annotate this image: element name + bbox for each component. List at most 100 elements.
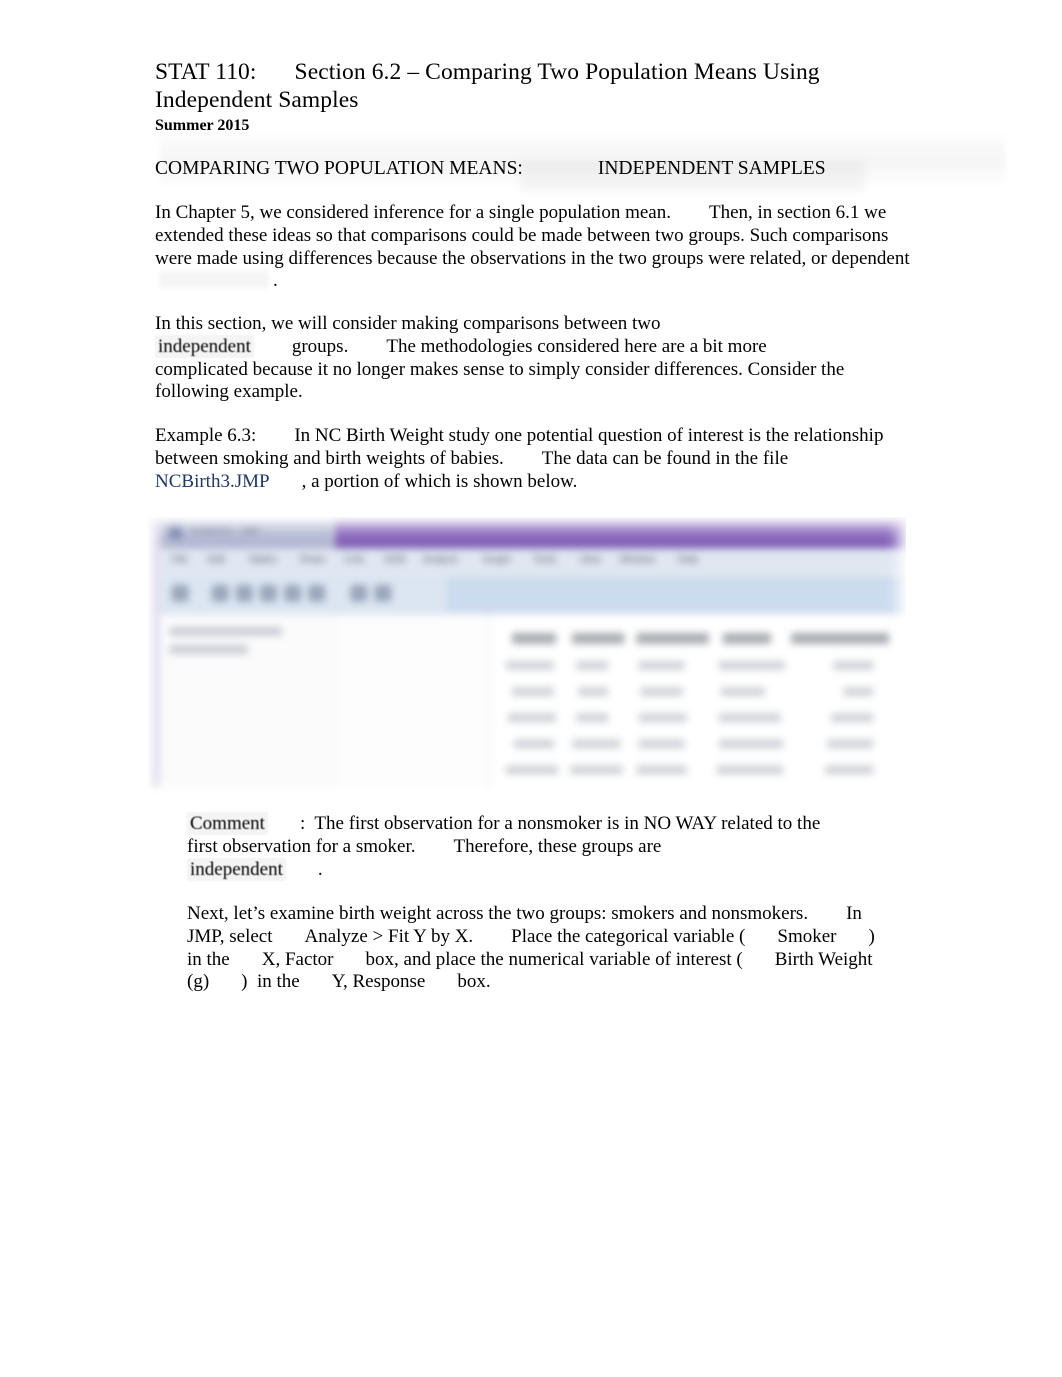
file-link-ncbirth3[interactable]: NCBirth3.JMP [155,471,270,492]
jmp-menu-tools[interactable]: Tools [533,555,556,566]
jmp-grid-cell[interactable] [511,687,555,697]
term-label: Summer 2015 [155,117,250,134]
jmp-grid-cell[interactable] [718,713,782,723]
comment-sentence-2: Therefore, these groups are [453,835,662,857]
jmp-grid-cell[interactable] [718,739,784,749]
jmp-columns-panel [338,614,490,790]
jmp-grid-cell[interactable] [718,661,786,671]
jmp-col-header[interactable] [636,632,709,644]
highlight-independent-1[interactable]: independent [155,334,254,358]
jmp-tool-new-icon[interactable] [171,584,189,602]
paragraph-next-steps: Next, let’s examine birth weight across … [187,903,887,994]
jmp-menu-view[interactable]: View [579,555,601,566]
comment-colon: : [299,813,306,834]
course-code: STAT 110: [155,59,257,85]
jmp-grid-cell[interactable] [716,765,784,775]
jmp-tool-open-icon[interactable] [211,584,229,602]
menu-path-analyze: Analyze > Fit Y by X. [304,925,474,947]
comment-period: . [317,858,323,880]
box-y-response: Y, Response [331,971,426,993]
jmp-grid-cell[interactable] [638,661,685,671]
jmp-grid-cell[interactable] [825,765,874,775]
box-x-factor: X, Factor [261,948,334,970]
jmp-panel-row[interactable] [169,644,248,654]
next-sentence-6: ) in the [241,971,300,993]
jmp-grid-cell[interactable] [578,687,609,697]
jmp-tool-redo-icon[interactable] [374,584,392,602]
jmp-grid-cell[interactable] [507,713,557,723]
jmp-grid-cell[interactable] [505,661,555,671]
p2-sentence-2: The methodologies considered here are a … [155,335,850,403]
fill-in-blank-dependent[interactable] [159,271,269,289]
p2-groups: groups. [291,335,349,357]
jmp-menu-graph[interactable]: Graph [483,555,511,566]
p2-sentence-1: In this section, we will consider making… [155,313,661,334]
jmp-tool-print-icon[interactable] [259,584,278,602]
jmp-grid-cell[interactable] [843,687,874,697]
jmp-grid-cell[interactable] [570,765,623,775]
jmp-tool-undo-icon[interactable] [350,584,368,602]
jmp-grid-cell[interactable] [833,661,874,671]
jmp-tool-cut-icon[interactable] [284,584,302,602]
jmp-grid-cell[interactable] [576,661,609,671]
section-heading: COMPARING TWO POPULATION MEANS: INDEPENDE… [155,157,826,181]
jmp-col-header[interactable] [791,632,890,644]
document-header: STAT 110: Section 6.2 – Comparing Two Pop… [155,58,895,136]
jmp-grid-cell[interactable] [576,713,609,723]
jmp-grid-cell[interactable] [636,765,687,775]
highlight-independent-2[interactable]: independent [187,857,286,881]
jmp-formula-bar[interactable] [447,578,904,611]
variable-smoker: Smoker [777,925,837,947]
comment-label: Comment [187,812,268,835]
jmp-grid-cell[interactable] [638,713,687,723]
jmp-col-header[interactable] [572,632,625,644]
section-heading-right: INDEPENDENT SAMPLES [597,158,826,179]
section-heading-left: COMPARING TWO POPULATION MEANS: [155,158,523,179]
jmp-window-title: NCBirth3 - JMP [190,525,261,537]
jmp-grid-cell[interactable] [720,687,765,697]
page-title: STAT 110: Section 6.2 – Comparing Two Pop… [155,58,895,114]
jmp-col-header[interactable] [722,632,771,644]
example-label: Example 6.3: [155,425,257,446]
jmp-tool-save-icon[interactable] [235,584,253,602]
jmp-menu-cols[interactable]: Cols [344,555,364,566]
jmp-grid-cell[interactable] [513,739,555,749]
next-sentence-3: Place the categorical variable ( [511,925,746,947]
jmp-menu-window[interactable]: Window [619,555,655,566]
paragraph-comment: Comment: The first observation for a non… [187,812,847,881]
paragraph-chapter-5: In Chapter 5, we considered inference fo… [155,202,915,293]
example-sentence-3: , a portion of which is shown below. [301,470,578,492]
jmp-grid-cell[interactable] [572,739,621,749]
jmp-menu-file[interactable]: File [172,555,188,566]
jmp-grid-cell[interactable] [638,739,685,749]
jmp-menu-help[interactable]: Help [678,555,699,566]
jmp-data-grid [489,614,906,790]
jmp-app-icon [168,524,183,539]
jmp-menu-bar: File Edit Tables Rows Cols DOE Analyze G… [159,548,906,575]
jmp-grid-cell[interactable] [827,739,874,749]
jmp-grid-cell[interactable] [640,687,683,697]
next-sentence-1: Next, let’s examine birth weight across … [187,903,809,924]
jmp-grid-cell[interactable] [831,713,874,723]
jmp-window: NCBirth3 - JMP File Edit Tables Rows Col… [148,517,906,795]
jmp-menu-tables[interactable]: Tables [248,555,277,566]
paragraph-this-section: In this section, we will consider making… [155,313,855,404]
paragraph-example-6-3: Example 6.3: In NC Birth Weight study one… [155,425,915,493]
jmp-data-panel [159,614,340,790]
jmp-panel-row[interactable] [169,626,283,636]
jmp-col-header[interactable] [511,632,557,644]
document-page: STAT 110: Section 6.2 – Comparing Two Pop… [0,0,1062,1377]
jmp-menu-analyze[interactable]: Analyze [423,555,459,566]
jmp-menu-doe[interactable]: DOE [384,555,406,566]
jmp-menu-rows[interactable]: Rows [300,555,325,566]
example-sentence-2: The data can be found in the file [541,447,789,469]
jmp-screenshot-figure: NCBirth3 - JMP File Edit Tables Rows Col… [148,517,906,795]
next-sentence-5: box, and place the numerical variable of… [365,948,743,970]
jmp-menu-edit[interactable]: Edit [208,555,225,566]
p1-sentence-1: In Chapter 5, we considered inference fo… [155,202,671,223]
next-sentence-7: box. [457,971,491,993]
jmp-tool-copy-icon[interactable] [308,584,326,602]
jmp-grid-cell[interactable] [505,765,559,775]
jmp-left-strip [148,517,160,790]
p1-period: . [273,270,278,292]
